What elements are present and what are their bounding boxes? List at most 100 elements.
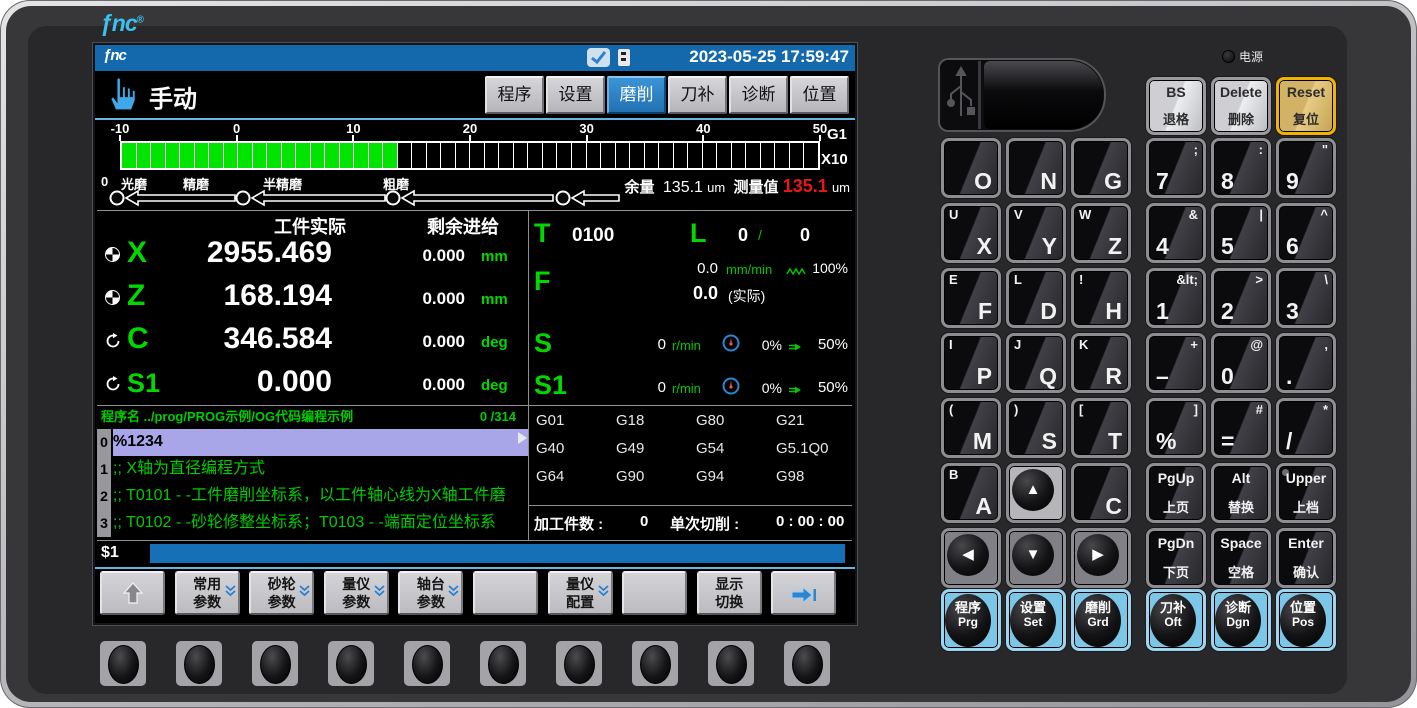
progress-cell <box>354 143 368 168</box>
mode-key-set[interactable]: 设置Set <box>1006 589 1066 651</box>
parts-count-label: 加工件数 : <box>534 513 603 534</box>
key-z[interactable]: WZ <box>1071 203 1131 263</box>
tab-settings[interactable]: 设置 <box>546 76 605 114</box>
soft-key-common-params[interactable]: 常用参数 <box>175 571 240 615</box>
key-y[interactable]: VY <box>1006 203 1066 263</box>
progress-cell <box>296 143 310 168</box>
mode-key-dgn[interactable]: 诊断Dgn <box>1211 589 1271 651</box>
key-bs[interactable]: BS退格 <box>1146 77 1206 135</box>
soft-button-8[interactable] <box>632 641 678 686</box>
tab-grinding[interactable]: 磨削 <box>607 76 666 114</box>
tab-program[interactable]: 程序 <box>485 76 544 114</box>
key-arrow-up[interactable]: ▲ <box>1006 463 1066 523</box>
soft-button-9[interactable] <box>708 641 754 686</box>
key-space[interactable]: Space空格 <box>1211 528 1271 588</box>
program-line[interactable]: 3;; T0102 - -砂轮修整坐标系；T0103 - -端面定位坐标系 <box>97 510 528 537</box>
key-2[interactable]: >2 <box>1211 268 1271 328</box>
life-separator: / <box>758 227 762 243</box>
key-h[interactable]: !H <box>1071 268 1131 328</box>
key-delete[interactable]: Delete删除 <box>1211 77 1271 135</box>
key-q[interactable]: JQ <box>1006 333 1066 393</box>
key-upper[interactable]: Upper上档 <box>1276 463 1336 523</box>
key-0[interactable]: @0 <box>1211 333 1271 393</box>
soft-button-3[interactable] <box>252 641 298 686</box>
soft-button-2[interactable] <box>176 641 222 686</box>
key-enter[interactable]: Enter确认 <box>1276 528 1336 588</box>
key-minus[interactable]: +– <box>1146 333 1206 393</box>
mode-key-oft[interactable]: 刀补Oft <box>1146 589 1206 651</box>
axis-row-x: X2955.4690.000mm <box>97 234 528 277</box>
key-m[interactable]: (M <box>941 398 1001 458</box>
power-led <box>1222 50 1235 63</box>
ruler-tick-label: 30 <box>579 121 593 136</box>
tool-number: 0100 <box>572 225 614 247</box>
key-r[interactable]: KR <box>1071 333 1131 393</box>
key-a[interactable]: BA <box>941 463 1001 523</box>
soft-button-10[interactable] <box>784 641 830 686</box>
key-3[interactable]: \3 <box>1276 268 1336 328</box>
key-c[interactable]: C <box>1071 463 1131 523</box>
key-slash[interactable]: */ <box>1276 398 1336 458</box>
mode-key-grd[interactable]: 磨削Grd <box>1071 589 1131 651</box>
program-line[interactable]: 2;; T0101 - -工件磨削坐标系，以工件轴心线为X轴工件磨 <box>97 483 528 510</box>
command-input-bar[interactable] <box>150 544 845 563</box>
key-pgdn[interactable]: PgDn下页 <box>1146 528 1206 588</box>
key-dot[interactable]: ,. <box>1276 333 1336 393</box>
soft-button-1[interactable] <box>100 641 146 686</box>
line-text: ;; X轴为直径编程方式 <box>113 456 528 483</box>
soft-key-gauge-params[interactable]: 量仪参数 <box>324 571 389 615</box>
scroll-indicator-icon[interactable] <box>518 432 527 444</box>
soft-key-display-toggle[interactable]: 显示切换 <box>697 571 762 615</box>
key-arrow-left[interactable]: ◀ <box>941 528 1001 588</box>
key-f[interactable]: EF <box>941 268 1001 328</box>
arrow-left-icon: ◀ <box>962 546 974 563</box>
key-s[interactable]: )S <box>1006 398 1066 458</box>
program-line[interactable]: 1;; X轴为直径编程方式 <box>97 456 528 483</box>
key-pgup[interactable]: PgUp上页 <box>1146 463 1206 523</box>
soft-key-empty-8[interactable] <box>622 571 687 615</box>
key-p[interactable]: IP <box>941 333 1001 393</box>
soft-button-5[interactable] <box>404 641 450 686</box>
key-equals[interactable]: #= <box>1211 398 1271 458</box>
key-9[interactable]: "9 <box>1276 138 1336 198</box>
soft-key-empty-6[interactable] <box>473 571 538 615</box>
spindle1-unit: r/min <box>672 381 701 396</box>
mode-key-prg[interactable]: 程序Prg <box>941 589 1001 651</box>
soft-key-wheel-params[interactable]: 砂轮参数 <box>249 571 314 615</box>
key-n[interactable]: N <box>1006 138 1066 198</box>
progress-cell <box>630 143 644 168</box>
key-alt[interactable]: Alt替换 <box>1211 463 1271 523</box>
key-percent[interactable]: ]% <box>1146 398 1206 458</box>
soft-button-4[interactable] <box>328 641 374 686</box>
key-1[interactable]: &lt;1 <box>1146 268 1206 328</box>
gcode-value: G18 <box>616 412 644 429</box>
gcode-value: G21 <box>776 412 804 429</box>
soft-key-next-menu[interactable] <box>771 571 836 615</box>
key-8[interactable]: :8 <box>1211 138 1271 198</box>
soft-key-up[interactable] <box>100 571 165 615</box>
axis-value: 2955.469 <box>177 236 332 270</box>
line-number: 3 <box>97 510 111 537</box>
key-g[interactable]: G <box>1071 138 1131 198</box>
key-arrow-down[interactable]: ▼ <box>1006 528 1066 588</box>
soft-button-6[interactable] <box>480 641 526 686</box>
tab-diagnosis[interactable]: 诊断 <box>729 76 788 114</box>
soft-button-7[interactable] <box>556 641 602 686</box>
key-reset[interactable]: Reset复位 <box>1276 77 1336 135</box>
program-line[interactable]: 0%1234 <box>97 429 528 456</box>
key-d[interactable]: LD <box>1006 268 1066 328</box>
key-7[interactable]: ;7 <box>1146 138 1206 198</box>
soft-key-gauge-config[interactable]: 量仪配置 <box>548 571 613 615</box>
key-t[interactable]: [T <box>1071 398 1131 458</box>
key-arrow-right[interactable]: ▶ <box>1071 528 1131 588</box>
key-6[interactable]: ^6 <box>1276 203 1336 263</box>
key-4[interactable]: &4 <box>1146 203 1206 263</box>
key-x[interactable]: UX <box>941 203 1001 263</box>
grind-progress-section: -1001020304050 G1 X10 0 光磨精磨半精磨粗磨 <box>95 120 855 210</box>
key-o[interactable]: O <box>941 138 1001 198</box>
tab-offset[interactable]: 刀补 <box>668 76 727 114</box>
key-5[interactable]: |5 <box>1211 203 1271 263</box>
mode-key-pos[interactable]: 位置Pos <box>1276 589 1336 651</box>
soft-key-table-params[interactable]: 轴台参数 <box>398 571 463 615</box>
tab-position[interactable]: 位置 <box>790 76 849 114</box>
